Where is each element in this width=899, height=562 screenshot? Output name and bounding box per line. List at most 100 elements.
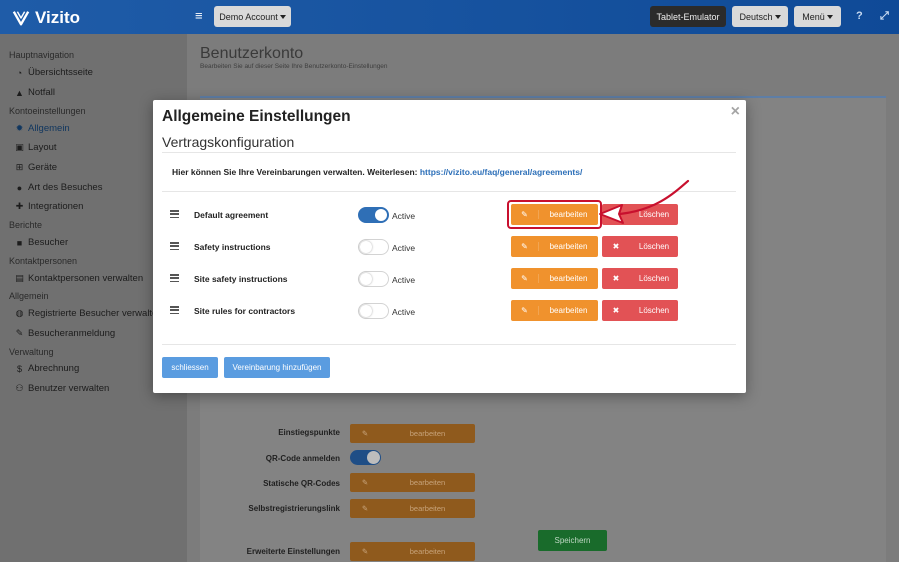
edit-agreement-button[interactable]: ✎ bearbeiten bbox=[511, 204, 598, 225]
globe-icon: ◍ bbox=[15, 308, 24, 318]
add-agreement-button[interactable]: Vereinbarung hinzufügen bbox=[224, 357, 330, 378]
delete-agreement-button[interactable]: ✖ Löschen bbox=[602, 236, 678, 257]
sidebar-item-label: Registrierte Besucher verwalten bbox=[28, 308, 163, 319]
sidebar-item-label: Integrationen bbox=[28, 201, 84, 212]
edit-label: bearbeiten bbox=[409, 429, 446, 438]
sidebar-item-registered-visitors[interactable]: ◍ Registrierte Besucher verwalten bbox=[14, 308, 163, 319]
language-label: Deutsch bbox=[739, 11, 773, 22]
language-dropdown-button[interactable]: Deutsch bbox=[732, 6, 788, 27]
sidebar-section-title: Kontaktpersonen bbox=[9, 256, 78, 266]
drag-handle-icon[interactable] bbox=[170, 242, 179, 252]
sidebar-section-title: Berichte bbox=[9, 220, 43, 230]
qr-code-signin-toggle[interactable] bbox=[350, 450, 381, 465]
entry-points-edit-button[interactable]: ✎ bearbeiten bbox=[350, 424, 475, 443]
sidebar-item-label: Notfall bbox=[28, 87, 55, 98]
modal-title: Allgemeine Einstellungen bbox=[162, 108, 351, 125]
edit-agreement-button[interactable]: ✎ bearbeiten bbox=[511, 268, 598, 289]
sidebar-item-integrations[interactable]: ✚ Integrationen bbox=[14, 201, 84, 212]
edit-icon: ✎ bbox=[511, 210, 539, 219]
toggle-knob bbox=[375, 209, 387, 221]
edit-icon: ✎ bbox=[361, 478, 369, 487]
tablet-emulator-button[interactable]: Tablet-Emulator bbox=[650, 6, 726, 27]
hamburger-menu-icon[interactable]: ≡ bbox=[195, 9, 205, 22]
sidebar-section-title: Kontoeinstellungen bbox=[9, 106, 86, 116]
edit-agreement-button[interactable]: ✎ bearbeiten bbox=[511, 300, 598, 321]
account-dropdown-button[interactable]: Demo Account bbox=[214, 6, 291, 27]
sidebar-item-devices[interactable]: ⊞ Geräte bbox=[14, 162, 57, 173]
agreement-status: Active bbox=[392, 307, 416, 317]
sidebar-item-billing[interactable]: $ Abrechnung bbox=[14, 363, 79, 374]
drag-handle-icon[interactable] bbox=[170, 274, 179, 284]
toggle-knob bbox=[360, 273, 372, 285]
sidebar-item-manage-users[interactable]: ⚇ Benutzer verwalten bbox=[14, 383, 109, 394]
static-qr-codes-edit-button[interactable]: ✎ bearbeiten bbox=[350, 473, 475, 492]
image-icon: ▣ bbox=[15, 142, 24, 152]
agreement-name: Site safety instructions bbox=[194, 274, 288, 284]
delete-label: Löschen bbox=[638, 274, 670, 283]
sidebar-item-label: Abrechnung bbox=[28, 363, 80, 374]
general-settings-modal: Allgemeine Einstellungen × Vertragskonfi… bbox=[153, 100, 746, 393]
agreement-status: Active bbox=[392, 275, 416, 285]
caret-down-icon bbox=[279, 14, 286, 19]
agreement-active-toggle[interactable] bbox=[358, 207, 389, 223]
edit-icon: ✎ bbox=[511, 242, 539, 251]
delete-icon: ✖ bbox=[612, 306, 620, 315]
gear-icon: ✹ bbox=[15, 123, 24, 133]
divider bbox=[162, 152, 736, 153]
drag-handle-icon[interactable] bbox=[170, 210, 179, 220]
expand-icon[interactable]: ⤢ bbox=[880, 10, 889, 23]
agreement-row: Site rules for contractors Active ✎ bearb… bbox=[153, 300, 746, 322]
sidebar-item-visit-types[interactable]: ● Art des Besuches bbox=[14, 182, 103, 193]
brand[interactable]: Vizito bbox=[12, 8, 80, 28]
agreement-active-toggle[interactable] bbox=[358, 303, 389, 319]
drag-handle-icon[interactable] bbox=[170, 306, 179, 316]
sidebar-item-label: Layout bbox=[28, 142, 57, 153]
delete-agreement-button[interactable]: ✖ Löschen bbox=[602, 268, 678, 289]
book-icon: ■ bbox=[16, 237, 23, 248]
agreements-info-text: Hier können Sie Ihre Vereinbarungen verw… bbox=[172, 167, 582, 177]
vizito-logo-icon bbox=[12, 11, 30, 26]
agreement-active-toggle[interactable] bbox=[358, 239, 389, 255]
save-button[interactable]: Speichern bbox=[538, 530, 607, 551]
edit-label: bearbeiten bbox=[549, 242, 588, 251]
sidebar-item-overview[interactable]: ◔ Übersichtsseite bbox=[14, 67, 93, 78]
edit-icon: ✎ bbox=[511, 274, 539, 283]
sidebar-item-emergency[interactable]: ▲ Notfall bbox=[14, 87, 55, 98]
self-registration-link-edit-button[interactable]: ✎ bearbeiten bbox=[350, 499, 475, 518]
agreement-name: Default agreement bbox=[194, 210, 269, 220]
caret-down-icon bbox=[826, 14, 833, 19]
self-registration-link-label: Selbstregistrierungslink bbox=[248, 504, 340, 513]
divider bbox=[162, 344, 736, 345]
toggle-knob bbox=[360, 305, 372, 317]
sidebar-item-label: Besucheranmeldung bbox=[28, 328, 116, 339]
delete-agreement-button[interactable]: ✖ Löschen bbox=[602, 300, 678, 321]
sidebar-section-title: Allgemein bbox=[9, 291, 49, 301]
agreements-faq-link[interactable]: https://vizito.eu/faq/general/agreements… bbox=[420, 167, 582, 177]
agreement-active-toggle[interactable] bbox=[358, 271, 389, 287]
sidebar-item-manage-contacts[interactable]: ▤ Kontaktpersonen verwalten bbox=[14, 273, 143, 284]
delete-agreement-button[interactable]: ✖ Löschen bbox=[602, 204, 678, 225]
delete-label: Löschen bbox=[638, 210, 670, 219]
edit-agreement-button[interactable]: ✎ bearbeiten bbox=[511, 236, 598, 257]
sidebar-item-layout[interactable]: ▣ Layout bbox=[14, 142, 57, 153]
edit-icon: ✎ bbox=[361, 429, 369, 438]
advanced-settings-edit-button[interactable]: ✎ bearbeiten bbox=[350, 542, 475, 561]
sidebar-item-label: Besucher bbox=[28, 237, 69, 248]
sitemap-icon: ⊞ bbox=[15, 162, 24, 172]
delete-icon: ✖ bbox=[612, 242, 620, 251]
question-icon[interactable]: ? bbox=[856, 10, 863, 22]
menu-dropdown-button[interactable]: Menü bbox=[794, 6, 841, 27]
sidebar-item-label: Benutzer verwalten bbox=[28, 383, 110, 394]
sidebar-item-general[interactable]: ✹ Allgemein bbox=[14, 123, 70, 134]
toggle-knob bbox=[360, 241, 372, 253]
sidebar-item-visitors[interactable]: ■ Besucher bbox=[14, 237, 68, 248]
edit-label: bearbeiten bbox=[549, 274, 588, 283]
close-modal-button[interactable]: schliessen bbox=[162, 357, 218, 378]
close-icon[interactable]: × bbox=[731, 103, 740, 121]
entry-points-label: Einstiegspunkte bbox=[278, 428, 340, 437]
sidebar-item-visitor-signin[interactable]: ✎ Besucheranmeldung bbox=[14, 328, 115, 339]
delete-label: Löschen bbox=[638, 242, 670, 251]
sidebar-section-title: Hauptnavigation bbox=[9, 50, 75, 60]
sidebar-item-label: Geräte bbox=[28, 162, 58, 173]
account-label: Demo Account bbox=[219, 11, 278, 22]
